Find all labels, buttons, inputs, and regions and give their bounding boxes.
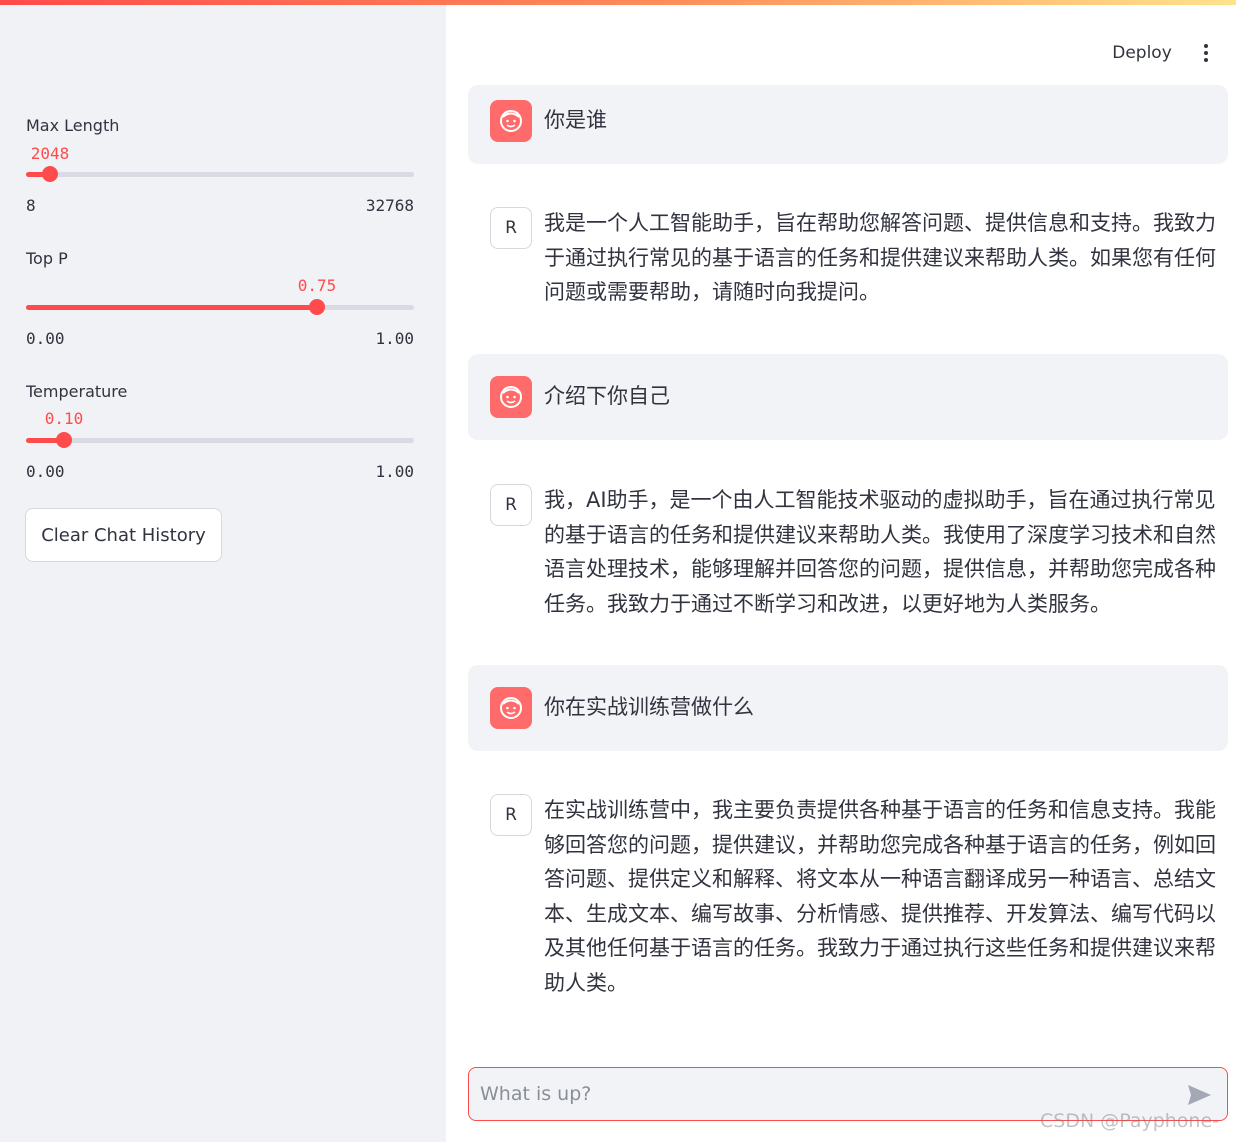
top-p-track[interactable] [26,299,414,315]
assistant-avatar: R [490,207,532,249]
face-avatar-icon [490,687,532,729]
deploy-button[interactable]: Deploy [1100,38,1184,68]
max-length-track[interactable] [26,166,414,182]
chat-input[interactable] [480,1078,1170,1110]
temperature-min: 0.00 [26,462,65,481]
max-length-min: 8 [26,196,36,215]
chat-message-assistant: R 我，AI助手，是一个由人工智能技术驱动的虚拟助手，旨在通过执行常见的基于语言… [468,466,1228,636]
message-text: 我是一个人工智能助手，旨在帮助您解答问题、提供信息和支持。我致力于通过执行常见的… [544,211,1216,304]
chat-message-user: 你在实战训练营做什么 [468,665,1228,751]
chat-message-user: 你是谁 [468,85,1228,164]
max-length-thumb[interactable] [42,166,58,182]
top-p-fill [26,305,317,310]
temperature-thumb[interactable] [56,432,72,448]
face-avatar-icon [490,100,532,142]
top-p-max: 1.00 [375,329,414,348]
send-icon[interactable] [1185,1081,1213,1109]
temperature-value: 0.10 [44,409,84,428]
top-p-thumb[interactable] [309,299,325,315]
temperature-max: 1.00 [375,462,414,481]
assistant-avatar: R [490,794,532,836]
max-length-label: Max Length [26,116,120,135]
face-avatar-icon [490,376,532,418]
kebab-menu-icon[interactable] [1196,38,1216,68]
watermark: CSDN @Payphone- [1040,1110,1220,1132]
assistant-avatar: R [490,484,532,526]
chat-message-assistant: R 在实战训练营中，我主要负责提供各种基于语言的任务和信息支持。我能够回答您的问… [468,776,1228,1016]
top-p-label: Top P [26,249,68,268]
max-length-max: 32768 [365,196,414,215]
message-text: 在实战训练营中，我主要负责提供各种基于语言的任务和信息支持。我能够回答您的问题，… [544,798,1216,995]
top-p-min: 0.00 [26,329,65,348]
temperature-track[interactable] [26,432,414,448]
message-text: 介绍下你自己 [544,384,670,408]
sidebar: Max Length 2048 8 32768 Top P 0.75 0.00 … [0,0,446,1142]
message-text: 你在实战训练营做什么 [544,695,754,719]
chat-message-assistant: R 我是一个人工智能助手，旨在帮助您解答问题、提供信息和支持。我致力于通过执行常… [468,189,1228,319]
clear-chat-history-button[interactable]: Clear Chat History [25,508,222,562]
top-decoration-bar [0,0,1236,5]
temperature-label: Temperature [26,382,128,401]
message-text: 我，AI助手，是一个由人工智能技术驱动的虚拟助手，旨在通过执行常见的基于语言的任… [544,488,1216,616]
top-p-value: 0.75 [297,276,337,295]
max-length-value: 2048 [30,144,70,163]
message-text: 你是谁 [544,108,607,132]
chat-message-user: 介绍下你自己 [468,354,1228,440]
